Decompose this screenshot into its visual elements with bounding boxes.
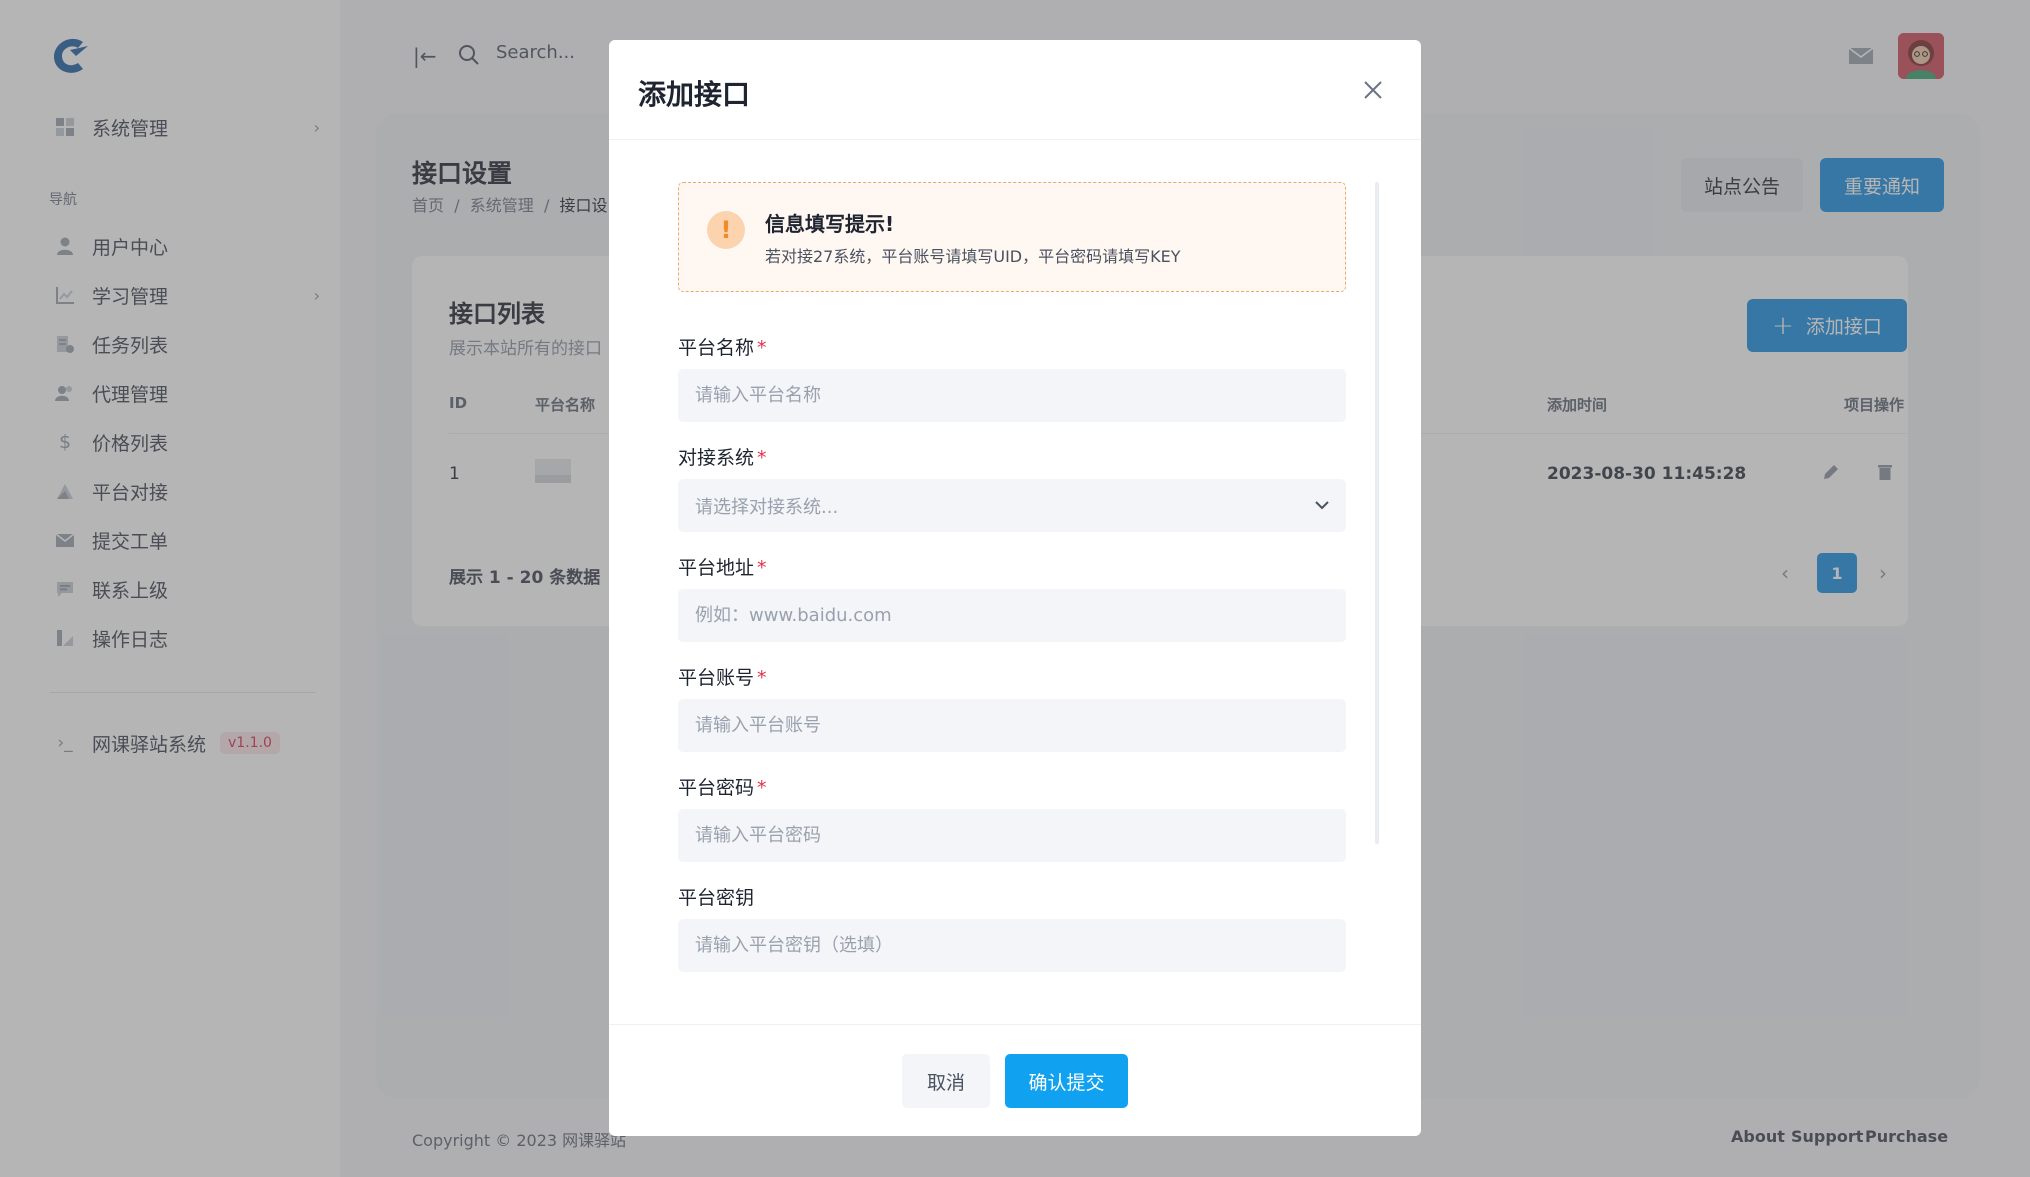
- add-interface-modal: 添加接口 ! 信息填写提示! 若对接27系统，平台账号请填写UID，平台密码请填…: [609, 40, 1421, 1136]
- docking-system-label: 对接系统 *: [678, 443, 767, 470]
- chevron-down-icon: [1315, 501, 1329, 510]
- label-text: 平台名称: [678, 337, 755, 359]
- label-text: 平台密码: [678, 777, 755, 799]
- required-mark: *: [757, 337, 767, 359]
- platform-secret-input[interactable]: [678, 919, 1346, 972]
- label-text: 平台地址: [678, 557, 755, 579]
- platform-name-label: 平台名称 *: [678, 333, 767, 360]
- select-placeholder: 请选择对接系统...: [695, 496, 839, 518]
- platform-name-input[interactable]: [678, 369, 1346, 422]
- platform-account-label: 平台账号 *: [678, 663, 767, 690]
- alert-title: 信息填写提示!: [765, 212, 895, 236]
- close-icon[interactable]: [1361, 78, 1385, 102]
- info-alert: ! 信息填写提示! 若对接27系统，平台账号请填写UID，平台密码请填写KEY: [678, 182, 1346, 292]
- platform-password-label: 平台密码 *: [678, 773, 767, 800]
- modal-footer-divider: [609, 1024, 1421, 1025]
- platform-url-label: 平台地址 *: [678, 553, 767, 580]
- submit-button[interactable]: 确认提交: [1005, 1054, 1128, 1108]
- cancel-button[interactable]: 取消: [902, 1054, 990, 1108]
- label-text: 平台账号: [678, 667, 755, 689]
- label-text: 对接系统: [678, 447, 755, 469]
- required-mark: *: [757, 667, 767, 689]
- label-text: 平台密钥: [678, 887, 755, 909]
- alert-text: 若对接27系统，平台账号请填写UID，平台密码请填写KEY: [765, 247, 1181, 266]
- platform-url-input[interactable]: [678, 589, 1346, 642]
- required-mark: *: [757, 557, 767, 579]
- modal-header: 添加接口: [609, 40, 1421, 140]
- modal-scrollbar[interactable]: [1375, 182, 1379, 844]
- required-mark: *: [757, 777, 767, 799]
- modal-title: 添加接口: [638, 78, 751, 111]
- platform-password-input[interactable]: [678, 809, 1346, 862]
- required-mark: *: [757, 447, 767, 469]
- docking-system-select[interactable]: 请选择对接系统...: [678, 479, 1346, 532]
- warning-icon: !: [707, 211, 745, 249]
- platform-account-input[interactable]: [678, 699, 1346, 752]
- platform-secret-label: 平台密钥: [678, 883, 754, 910]
